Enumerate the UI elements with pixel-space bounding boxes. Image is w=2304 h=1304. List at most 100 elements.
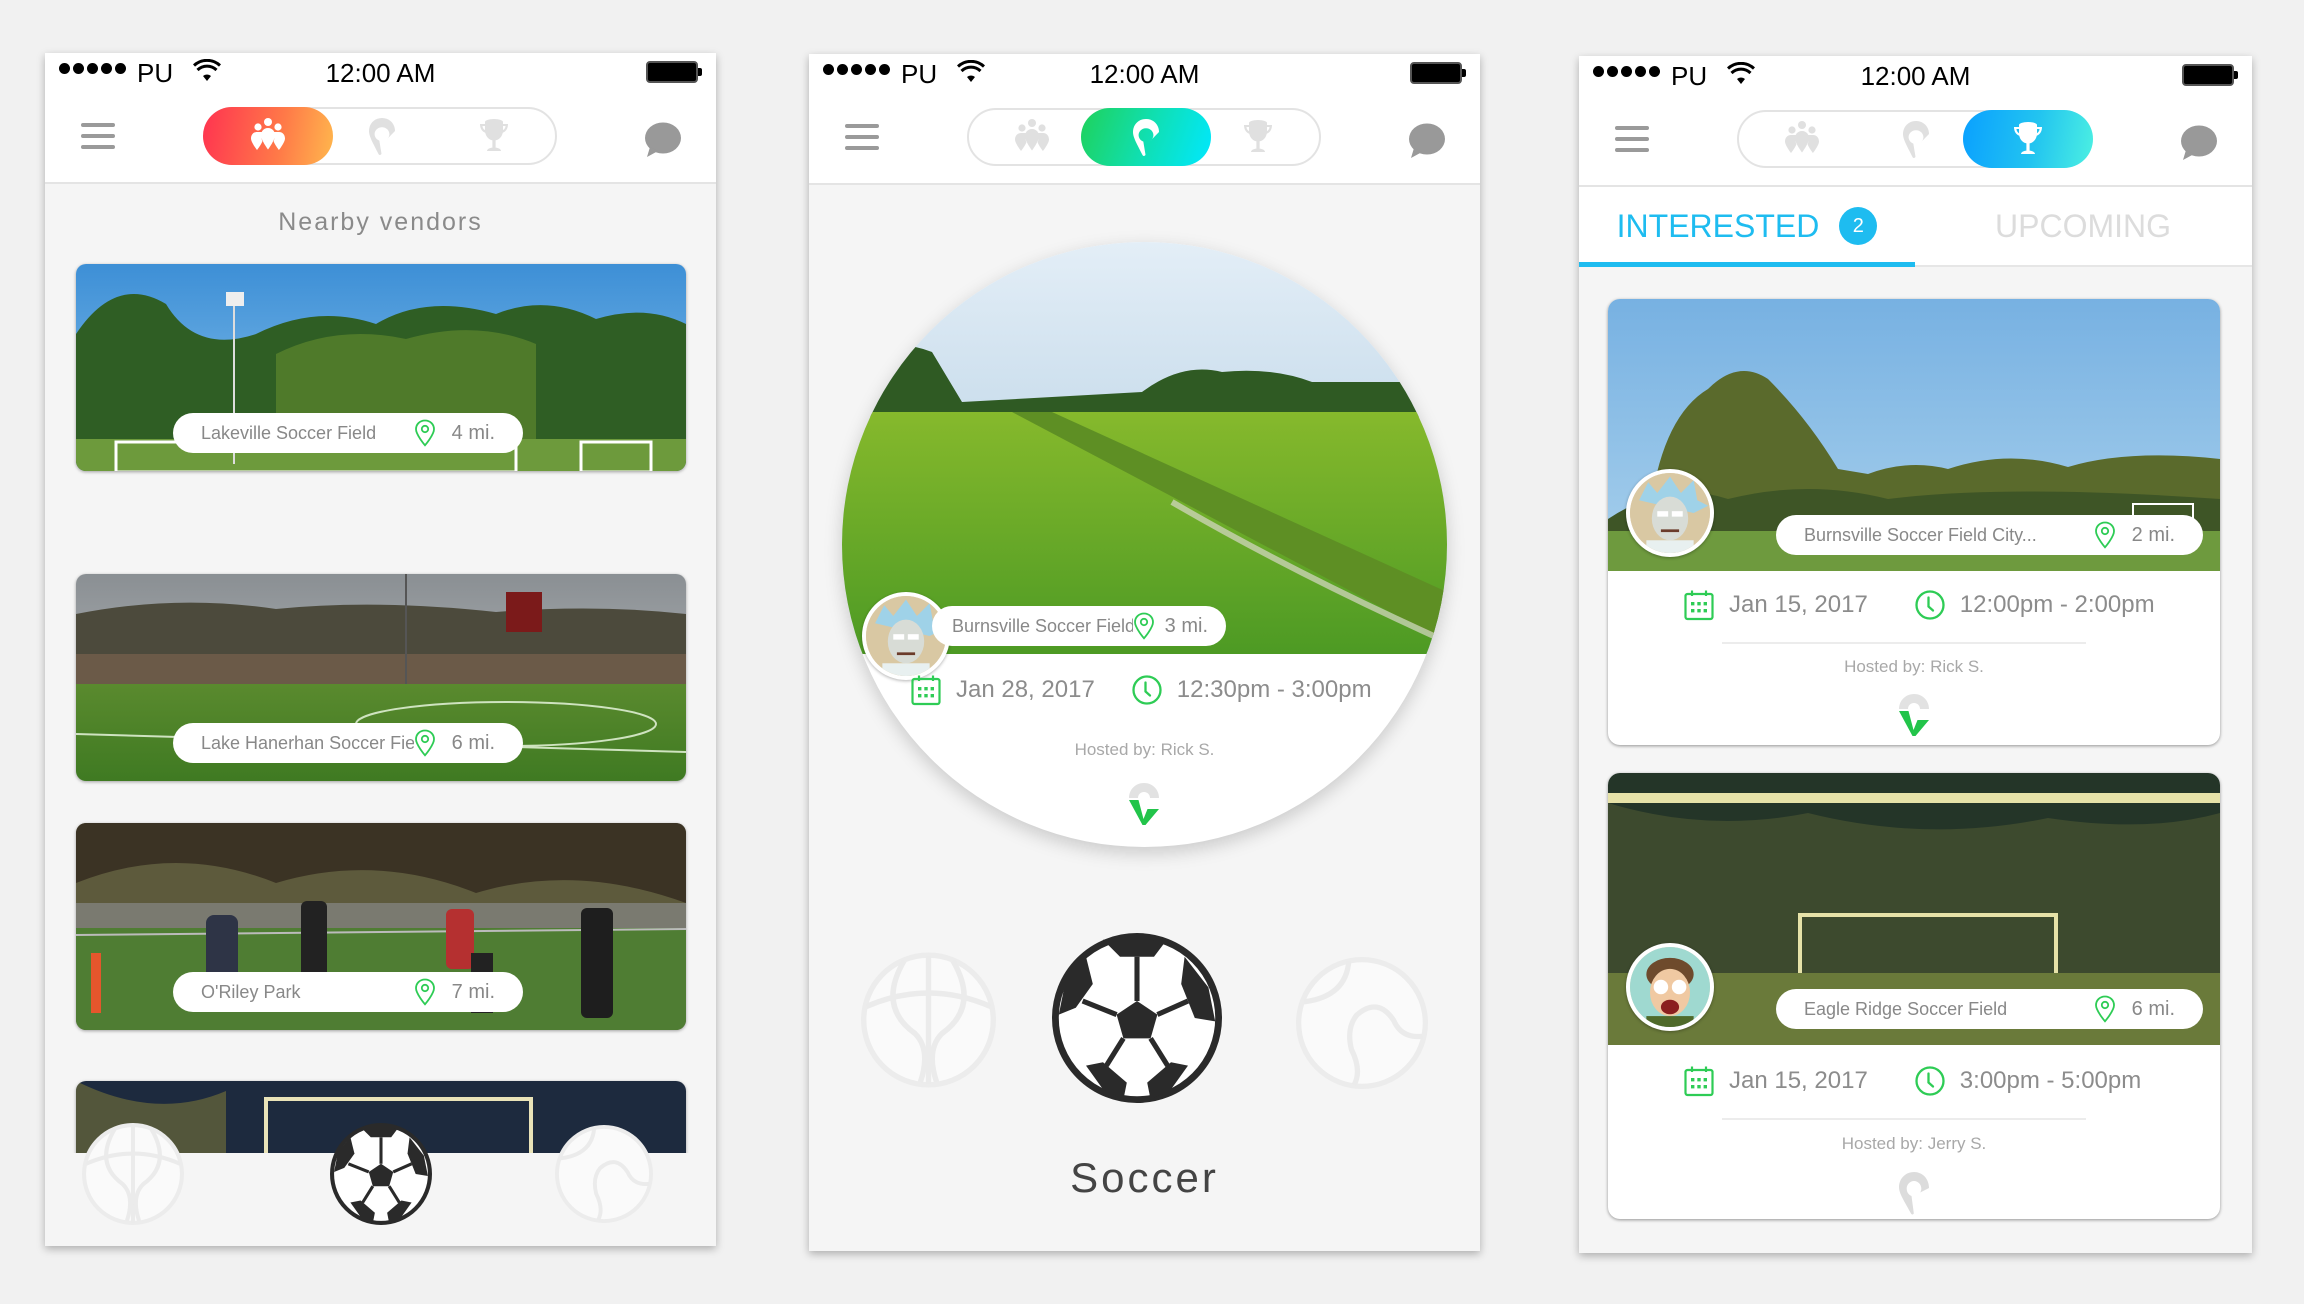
- game-location: Burnsville Soccer Field City...: [952, 615, 1133, 636]
- segment-events[interactable]: [429, 107, 559, 165]
- tab-label: INTERESTED: [1616, 207, 1820, 244]
- segment-pickup[interactable]: [1851, 110, 1981, 168]
- sport-soccer[interactable]: [330, 1123, 432, 1225]
- game-host: Hosted by: Rick S.: [1074, 740, 1215, 759]
- status-bar: PU 12:00 AM: [809, 54, 1480, 94]
- clock-icon: [1131, 674, 1163, 706]
- sport-basketball[interactable]: [861, 950, 996, 1090]
- event-distance: 6 mi.: [2131, 997, 2175, 1020]
- vendor-card[interactable]: O'Riley Park 7 mi.: [76, 823, 686, 1030]
- mode-segmented-control: [967, 108, 1321, 166]
- segment-pickup[interactable]: [317, 107, 447, 165]
- top-bar: PU 12:00 AM: [809, 54, 1480, 185]
- people-pins-icon: [1782, 119, 1822, 159]
- event-info-pill: Eagle Ridge Soccer Field 6 mi.: [1776, 989, 2203, 1029]
- event-host: Hosted by: Jerry S.: [1841, 1134, 1987, 1153]
- status-time: 12:00 AM: [1089, 59, 1200, 89]
- rick-avatar: [1630, 473, 1710, 553]
- selected-sport-label: Soccer: [1070, 1154, 1219, 1201]
- tennis-ball-icon: [1296, 954, 1428, 1092]
- chat-bubble-icon[interactable]: [2178, 124, 2218, 162]
- vendor-list[interactable]: Nearby vendors Lakeville Soccer Field 4 …: [45, 184, 716, 1153]
- vendor-card[interactable]: Lakeville Soccer Field 4 mi.: [76, 264, 686, 471]
- status-bar: PU 12:00 AM: [45, 53, 716, 93]
- soccer-ball-icon: [330, 1123, 432, 1225]
- event-card[interactable]: Eagle Ridge Soccer Field 6 mi. Jan 15, 2…: [1608, 773, 2220, 1219]
- sport-soccer[interactable]: [1052, 932, 1222, 1104]
- join-logo-icon[interactable]: [1128, 782, 1160, 826]
- game-date: Jan 28, 2017: [956, 676, 1095, 703]
- people-pins-icon: [248, 116, 288, 156]
- phone-screen-events: PU 12:00 AM INTERESTED 2 UPCOMING Burnsv…: [1579, 56, 2252, 1253]
- segment-events[interactable]: [1193, 108, 1323, 166]
- pickup-game-card[interactable]: Burnsville Soccer Field City... 3 mi. Ja…: [842, 242, 1447, 847]
- battery-icon: [1410, 62, 1466, 84]
- location-marker-icon: [414, 729, 436, 757]
- tab-interested[interactable]: INTERESTED 2: [1579, 187, 1915, 265]
- location-pin-icon: [1126, 117, 1166, 157]
- event-info-pill: Burnsville Soccer Field City... 2 mi.: [1776, 515, 2203, 555]
- battery-icon: [646, 61, 702, 83]
- basketball-icon: [861, 950, 996, 1090]
- status-time: 12:00 AM: [1860, 61, 1971, 91]
- event-location: Eagle Ridge Soccer Field: [1804, 998, 2008, 1019]
- host-avatar[interactable]: [1626, 469, 1714, 557]
- sport-tennis[interactable]: [555, 1123, 653, 1225]
- vendor-card[interactable]: Lake Hanerhan Soccer Field 6 mi.: [76, 574, 686, 781]
- game-info-pill: Burnsville Soccer Field City... 3 mi.: [932, 606, 1226, 646]
- clock-icon: [1914, 1065, 1946, 1097]
- soccer-ball-icon: [1052, 932, 1222, 1104]
- vendor-distance: 4 mi.: [451, 421, 495, 444]
- host-avatar[interactable]: [1626, 943, 1714, 1031]
- hamburger-menu-icon[interactable]: [81, 121, 115, 151]
- divider: [1722, 642, 2086, 644]
- location-marker-icon: [414, 978, 436, 1006]
- event-time: 3:00pm - 5:00pm: [1959, 1067, 2142, 1094]
- tab-upcoming[interactable]: UPCOMING: [1915, 187, 2251, 265]
- vendor-name: Lakeville Soccer Field: [201, 422, 377, 443]
- vendor-distance: 7 mi.: [451, 980, 495, 1003]
- field-photo: [842, 242, 1447, 654]
- sport-selector: [45, 1123, 716, 1233]
- sport-basketball[interactable]: [82, 1123, 184, 1225]
- hamburger-menu-icon[interactable]: [1615, 124, 1649, 154]
- vendor-info-pill: Lakeville Soccer Field 4 mi.: [173, 413, 523, 453]
- segment-events[interactable]: [1963, 110, 2093, 168]
- event-datetime: Jan 15, 2017 12:00pm - 2:00pm: [1683, 589, 2155, 621]
- mode-segmented-control: [1737, 110, 2093, 168]
- location-marker-icon: [414, 419, 436, 447]
- game-datetime: Jan 28, 2017 12:30pm - 3:00pm: [910, 674, 1372, 706]
- sport-tennis[interactable]: [1296, 954, 1428, 1092]
- tennis-ball-icon: [555, 1123, 653, 1225]
- game-distance: 3 mi.: [1164, 614, 1208, 637]
- divider: [1722, 1118, 2086, 1120]
- section-title: Nearby vendors: [278, 208, 483, 236]
- jerry-avatar: [1630, 947, 1710, 1027]
- segment-vendors[interactable]: [1737, 110, 1867, 168]
- event-tabs: INTERESTED 2 UPCOMING: [1579, 187, 2252, 267]
- event-date: Jan 15, 2017: [1729, 1067, 1868, 1094]
- basketball-icon: [82, 1123, 184, 1225]
- event-date: Jan 15, 2017: [1729, 591, 1868, 618]
- active-tab-indicator: [1579, 262, 1915, 267]
- segment-vendors[interactable]: [967, 108, 1097, 166]
- vendor-info-pill: O'Riley Park 7 mi.: [173, 972, 523, 1012]
- calendar-icon: [1683, 589, 1715, 621]
- joined-logo-icon[interactable]: [1898, 693, 1930, 737]
- event-card[interactable]: Burnsville Soccer Field City... 2 mi. Ja…: [1608, 299, 2220, 745]
- people-pins-icon: [1012, 117, 1052, 157]
- segment-pickup[interactable]: [1081, 108, 1211, 166]
- chat-bubble-icon[interactable]: [642, 121, 682, 159]
- battery-icon: [2182, 64, 2238, 86]
- chat-bubble-icon[interactable]: [1406, 122, 1446, 160]
- status-time: 12:00 AM: [325, 58, 436, 88]
- trophy-icon: [1238, 117, 1278, 157]
- trophy-icon: [2008, 119, 2048, 159]
- tab-label: UPCOMING: [1995, 207, 2171, 244]
- join-logo-icon[interactable]: [1898, 1171, 1930, 1215]
- hamburger-menu-icon[interactable]: [845, 122, 879, 152]
- status-bar: PU 12:00 AM: [1579, 56, 2252, 96]
- game-time: 12:30pm - 3:00pm: [1176, 676, 1372, 703]
- location-marker-icon: [1133, 612, 1155, 640]
- segment-vendors[interactable]: [203, 107, 333, 165]
